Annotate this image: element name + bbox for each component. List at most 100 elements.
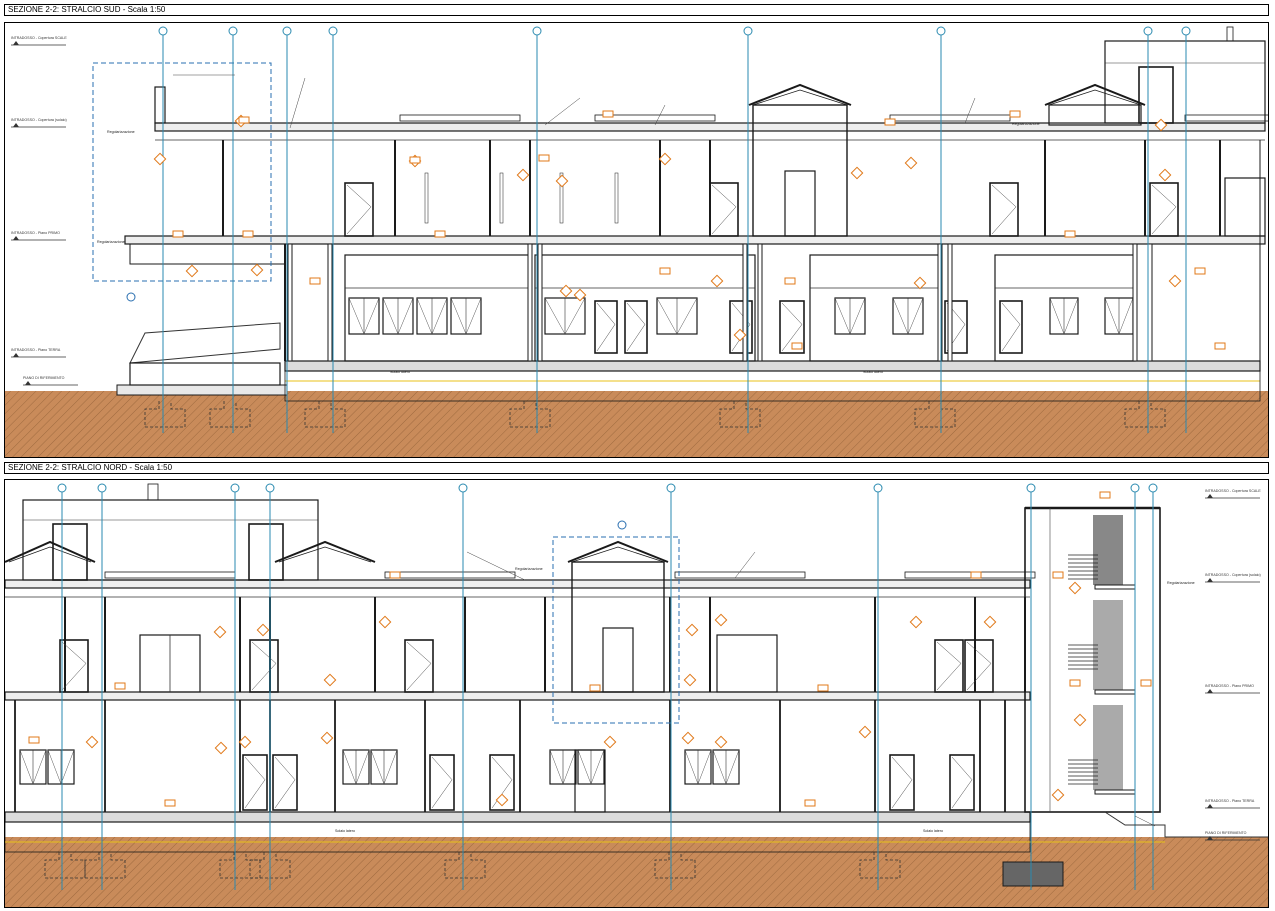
- room-tag-south-11: [710, 274, 724, 288]
- ground-window-a-3-diag: [465, 297, 482, 335]
- height-tag-south-15: [1214, 342, 1226, 350]
- section-title-north: SEZIONE 2-2: STRALCIO NORD - Scala 1:50: [4, 462, 1269, 474]
- height-tag-south-6: [172, 230, 184, 238]
- level-label-north-2: INTRADOSSO - Piano PRIMO: [1205, 684, 1254, 688]
- grid-axis-north-3-bubble: [265, 483, 275, 493]
- height-tag-south-0: [238, 116, 250, 124]
- ground-door-north-5-swing: [951, 779, 973, 809]
- level-label-south-2-arrow: [13, 236, 19, 240]
- ground-floor-slab: [284, 360, 1261, 372]
- height-tag-south-10: [659, 267, 671, 275]
- grid-axis-north-6-bubble: [873, 483, 883, 493]
- first-floor-slab: [124, 235, 1266, 245]
- roof-equipment-north-1: [384, 571, 516, 579]
- column-3: [537, 243, 543, 362]
- roof-equipment-north-3: [904, 571, 1036, 579]
- entrance-ramp: [129, 322, 281, 364]
- level-label-north-0-arrow: [1207, 494, 1213, 498]
- level-label-north-1-arrow: [1207, 578, 1213, 582]
- ground-door-north-4: [889, 754, 915, 811]
- ground-window-a-2-diag: [431, 297, 448, 335]
- height-tag-north-7: [1069, 679, 1081, 687]
- leader-south-2: [544, 97, 581, 126]
- stair-tower-shade-2: [1093, 705, 1123, 790]
- height-tag-north-9: [1140, 679, 1152, 687]
- ground-window-north-2-a-diag: [549, 749, 564, 785]
- ground-window-c-0-diag: [849, 297, 866, 335]
- gable-north-1: [274, 540, 376, 563]
- ground-curtain-wall-2: [534, 254, 756, 362]
- ground-window-d-0-diag: [1063, 297, 1079, 335]
- height-tag-north-0: [114, 682, 126, 690]
- height-tag-south-5: [1009, 110, 1021, 118]
- entrance-canopy: [129, 243, 286, 265]
- column-0: [287, 243, 293, 362]
- room-tag-south-3: [185, 264, 199, 278]
- ground-window-a-1-diag: [397, 297, 414, 335]
- ground-door-b-1-swing: [626, 302, 646, 325]
- height-tag-north-5: [1099, 491, 1111, 499]
- grid-axis-south-6-bubble: [936, 26, 946, 36]
- upper-door-north-4-swing: [966, 641, 992, 664]
- ground-window-b-0-diag: [544, 297, 566, 335]
- level-label-south-1-arrow: [13, 123, 19, 127]
- ground-window-north-0-a-diag: [32, 749, 47, 785]
- stair-foundation-block: [1002, 861, 1064, 887]
- room-tag-north-19: [683, 673, 697, 687]
- upper-window-right: [1224, 177, 1266, 237]
- ground-window-d-1-diag: [1118, 297, 1134, 335]
- chimney: [1226, 26, 1234, 42]
- annotation-south-0: Regolarizzazione: [107, 130, 135, 134]
- room-tag-north-13: [714, 735, 728, 749]
- upper-mark-1: [499, 172, 504, 224]
- column-1: [327, 243, 333, 362]
- room-tag-south-5: [516, 168, 530, 182]
- room-tag-south-12: [913, 276, 927, 290]
- upper-door-3-swing: [1151, 184, 1177, 208]
- level-label-north-1: INTRADOSSO - Copertura (solaio): [1205, 573, 1261, 577]
- height-tag-south-2: [538, 154, 550, 162]
- room-tag-north-6: [983, 615, 997, 629]
- leader-north-0: [466, 551, 526, 581]
- room-tag-south-2: [250, 263, 264, 277]
- grid-axis-south-0-bubble: [158, 26, 168, 36]
- ground-window-c-0-diag: [834, 297, 851, 335]
- room-tag-north-15: [1073, 713, 1087, 727]
- ground-window-north-0-a-diag: [19, 749, 34, 785]
- room-tag-south-6: [555, 174, 569, 188]
- rooftop-door-north-0: [52, 523, 88, 581]
- ground-curtain-wall-4: [994, 254, 1136, 362]
- room-tag-north-16: [1068, 581, 1082, 595]
- level-label-south-1: INTRADOSSO - Copertura (solaio): [11, 118, 67, 122]
- annotation-south-4: Regolarizzazione: [1012, 122, 1040, 126]
- height-tag-south-8: [309, 277, 321, 285]
- chimney-north: [147, 483, 159, 501]
- height-tag-north-10: [817, 684, 829, 692]
- grid-axis-north-7-bubble: [1026, 483, 1036, 493]
- grid-axis-north-8-bubble: [1130, 483, 1140, 493]
- room-tag-north-1: [256, 623, 270, 637]
- column-2: [527, 243, 533, 362]
- ground-window-a-3-diag: [450, 297, 467, 335]
- upper-window-north-1: [716, 634, 778, 693]
- level-label-south-3: INTRADOSSO - Piano TERRA: [11, 348, 61, 352]
- stair-tower: [1024, 507, 1161, 813]
- ground-door-b-1-swing: [626, 324, 646, 352]
- ground-door-north-4-swing: [891, 779, 913, 809]
- ground-window-b-0-diag: [564, 297, 586, 335]
- room-tag-north-12: [681, 731, 695, 745]
- upper-door-3-swing: [1151, 206, 1177, 235]
- ground-door-b-0: [594, 300, 618, 354]
- ground-window-north-2-b-diag: [577, 749, 592, 785]
- ground-door-north-2: [429, 754, 455, 811]
- detail-callout-bubble-north: [617, 520, 627, 530]
- annotation-north-3: Solaio latero: [923, 829, 943, 833]
- stair-landing-2: [1094, 789, 1136, 795]
- ground-window-c-1-diag: [907, 297, 924, 335]
- ground-door-d-0: [999, 300, 1023, 354]
- skylight-volume-2: [1048, 104, 1142, 126]
- first-floor-slab-north: [5, 691, 1031, 701]
- ground-window-north-2-a-diag: [562, 749, 577, 785]
- section-drawing-north: INTRADOSSO - Copertura SCALE INTRADOSSO -…: [5, 483, 1268, 907]
- grid-axis-south-7-bubble: [1143, 26, 1153, 36]
